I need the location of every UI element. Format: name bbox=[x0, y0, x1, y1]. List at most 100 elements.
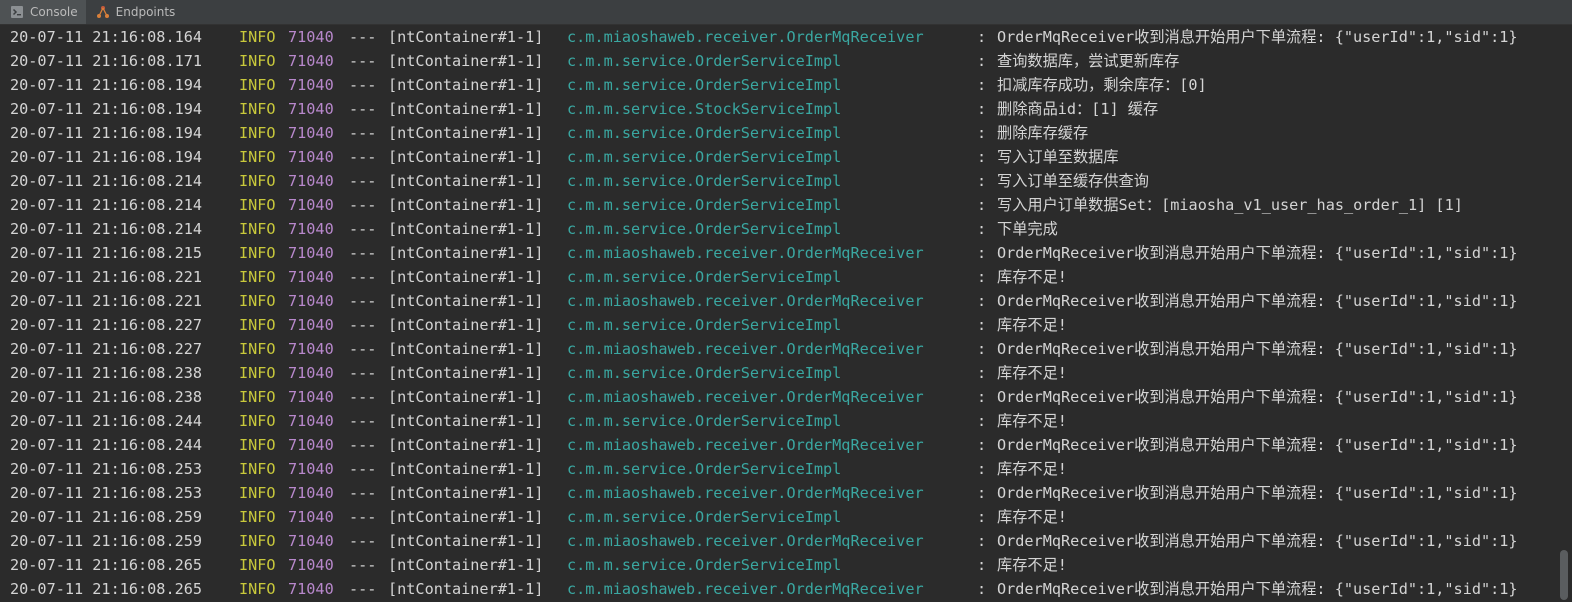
log-logger: c.m.miaoshaweb.receiver.OrderMqReceiver bbox=[567, 292, 924, 310]
log-message: OrderMqReceiver收到消息开始用户下单流程: {"userId":1… bbox=[997, 580, 1518, 598]
log-timestamp: 20-07-11 21:16:08.265 bbox=[10, 556, 203, 574]
log-timestamp: 20-07-11 21:16:08.214 bbox=[10, 220, 203, 238]
log-level: INFO bbox=[239, 220, 276, 238]
log-message: 查询数据库，尝试更新库存 bbox=[997, 52, 1180, 70]
log-thread: [ntContainer#1-1] bbox=[388, 532, 544, 550]
log-thread: [ntContainer#1-1] bbox=[388, 460, 544, 478]
log-message: 写入用户订单数据Set：[miaosha_v1_user_has_order_1… bbox=[997, 196, 1463, 214]
log-pid: 71040 bbox=[288, 148, 334, 166]
log-separator: --- bbox=[349, 484, 377, 502]
log-separator: --- bbox=[349, 148, 377, 166]
log-pid: 71040 bbox=[288, 556, 334, 574]
log-level: INFO bbox=[239, 268, 276, 286]
log-thread: [ntContainer#1-1] bbox=[388, 76, 544, 94]
log-line: 20-07-11 21:16:08.259 INFO 71040 --- [ntCont… bbox=[0, 505, 1556, 529]
log-message: 库存不足! bbox=[997, 556, 1067, 574]
log-logger: c.m.m.service.OrderServiceImpl bbox=[567, 172, 842, 190]
log-line: 20-07-11 21:16:08.253 INFO 71040 --- [ntCont… bbox=[0, 457, 1556, 481]
log-thread: [ntContainer#1-1] bbox=[388, 28, 544, 46]
log-pid: 71040 bbox=[288, 268, 334, 286]
log-message: OrderMqReceiver收到消息开始用户下单流程: {"userId":1… bbox=[997, 292, 1518, 310]
log-level: INFO bbox=[239, 292, 276, 310]
log-line: 20-07-11 21:16:08.214 INFO 71040 --- [ntCont… bbox=[0, 217, 1556, 241]
log-timestamp: 20-07-11 21:16:08.253 bbox=[10, 484, 203, 502]
scrollbar-thumb[interactable] bbox=[1560, 550, 1568, 600]
log-thread: [ntContainer#1-1] bbox=[388, 316, 544, 334]
log-message: 库存不足! bbox=[997, 460, 1067, 478]
log-message: OrderMqReceiver收到消息开始用户下单流程: {"userId":1… bbox=[997, 340, 1518, 358]
console-output[interactable]: 20-07-11 21:16:08.164 INFO 71040 --- [ntCont… bbox=[0, 25, 1556, 602]
vertical-scrollbar[interactable] bbox=[1556, 25, 1572, 602]
log-level: INFO bbox=[239, 436, 276, 454]
log-logger: c.m.m.service.OrderServiceImpl bbox=[567, 460, 842, 478]
tool-window-tabbar: Console Endpoints bbox=[0, 0, 1572, 25]
log-timestamp: 20-07-11 21:16:08.253 bbox=[10, 460, 203, 478]
log-logger: c.m.m.service.OrderServiceImpl bbox=[567, 52, 842, 70]
log-logger: c.m.miaoshaweb.receiver.OrderMqReceiver bbox=[567, 388, 924, 406]
log-colon: : bbox=[977, 76, 987, 94]
log-thread: [ntContainer#1-1] bbox=[388, 52, 544, 70]
console-icon bbox=[10, 5, 24, 19]
log-colon: : bbox=[977, 244, 987, 262]
log-logger: c.m.m.service.OrderServiceImpl bbox=[567, 556, 842, 574]
log-level: INFO bbox=[239, 340, 276, 358]
log-separator: --- bbox=[349, 316, 377, 334]
log-line: 20-07-11 21:16:08.265 INFO 71040 --- [ntCont… bbox=[0, 553, 1556, 577]
log-separator: --- bbox=[349, 28, 377, 46]
log-separator: --- bbox=[349, 364, 377, 382]
log-logger: c.m.m.service.OrderServiceImpl bbox=[567, 148, 842, 166]
log-logger: c.m.m.service.OrderServiceImpl bbox=[567, 508, 842, 526]
log-message: 库存不足! bbox=[997, 268, 1067, 286]
log-line: 20-07-11 21:16:08.194 INFO 71040 --- [ntCont… bbox=[0, 121, 1556, 145]
log-line: 20-07-11 21:16:08.244 INFO 71040 --- [ntCont… bbox=[0, 433, 1556, 457]
log-thread: [ntContainer#1-1] bbox=[388, 220, 544, 238]
log-thread: [ntContainer#1-1] bbox=[388, 196, 544, 214]
log-separator: --- bbox=[349, 388, 377, 406]
log-timestamp: 20-07-11 21:16:08.194 bbox=[10, 148, 203, 166]
log-level: INFO bbox=[239, 580, 276, 598]
log-logger: c.m.miaoshaweb.receiver.OrderMqReceiver bbox=[567, 580, 924, 598]
log-colon: : bbox=[977, 172, 987, 190]
log-level: INFO bbox=[239, 388, 276, 406]
log-level: INFO bbox=[239, 460, 276, 478]
log-timestamp: 20-07-11 21:16:08.227 bbox=[10, 340, 203, 358]
log-thread: [ntContainer#1-1] bbox=[388, 172, 544, 190]
log-level: INFO bbox=[239, 196, 276, 214]
tab-console[interactable]: Console bbox=[0, 0, 86, 24]
log-message: OrderMqReceiver收到消息开始用户下单流程: {"userId":1… bbox=[997, 244, 1518, 262]
log-separator: --- bbox=[349, 244, 377, 262]
log-message: OrderMqReceiver收到消息开始用户下单流程: {"userId":1… bbox=[997, 388, 1518, 406]
log-timestamp: 20-07-11 21:16:08.238 bbox=[10, 388, 203, 406]
log-logger: c.m.m.service.OrderServiceImpl bbox=[567, 220, 842, 238]
log-thread: [ntContainer#1-1] bbox=[388, 412, 544, 430]
log-colon: : bbox=[977, 364, 987, 382]
log-colon: : bbox=[977, 28, 987, 46]
log-line: 20-07-11 21:16:08.253 INFO 71040 --- [ntCont… bbox=[0, 481, 1556, 505]
tab-endpoints-label: Endpoints bbox=[115, 5, 176, 19]
log-pid: 71040 bbox=[288, 100, 334, 118]
log-message: OrderMqReceiver收到消息开始用户下单流程: {"userId":1… bbox=[997, 532, 1518, 550]
log-colon: : bbox=[977, 52, 987, 70]
log-colon: : bbox=[977, 556, 987, 574]
log-logger: c.m.miaoshaweb.receiver.OrderMqReceiver bbox=[567, 28, 924, 46]
log-level: INFO bbox=[239, 412, 276, 430]
log-line: 20-07-11 21:16:08.194 INFO 71040 --- [ntCont… bbox=[0, 97, 1556, 121]
log-timestamp: 20-07-11 21:16:08.221 bbox=[10, 292, 203, 310]
log-message: 删除商品id：[1] 缓存 bbox=[997, 100, 1159, 118]
log-level: INFO bbox=[239, 148, 276, 166]
log-separator: --- bbox=[349, 460, 377, 478]
log-line: 20-07-11 21:16:08.214 INFO 71040 --- [ntCont… bbox=[0, 193, 1556, 217]
log-separator: --- bbox=[349, 124, 377, 142]
tab-endpoints[interactable]: Endpoints bbox=[86, 0, 184, 24]
log-pid: 71040 bbox=[288, 76, 334, 94]
log-line: 20-07-11 21:16:08.227 INFO 71040 --- [ntCont… bbox=[0, 337, 1556, 361]
log-level: INFO bbox=[239, 532, 276, 550]
log-timestamp: 20-07-11 21:16:08.194 bbox=[10, 124, 203, 142]
log-line: 20-07-11 21:16:08.238 INFO 71040 --- [ntCont… bbox=[0, 385, 1556, 409]
log-pid: 71040 bbox=[288, 244, 334, 262]
log-separator: --- bbox=[349, 268, 377, 286]
log-colon: : bbox=[977, 460, 987, 478]
log-colon: : bbox=[977, 436, 987, 454]
log-thread: [ntContainer#1-1] bbox=[388, 124, 544, 142]
log-pid: 71040 bbox=[288, 364, 334, 382]
